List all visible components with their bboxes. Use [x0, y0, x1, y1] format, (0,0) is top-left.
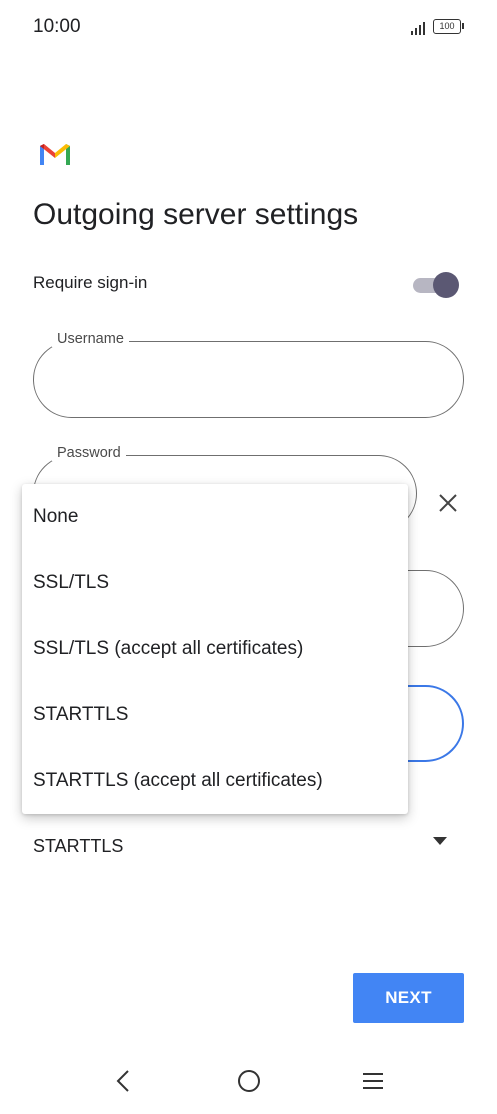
page-title: Outgoing server settings [33, 198, 359, 231]
status-time: 10:00 [33, 16, 81, 37]
security-type-value[interactable]: STARTTLS [33, 836, 123, 857]
gmail-logo [40, 144, 70, 165]
username-field[interactable]: Username [33, 331, 464, 418]
next-button[interactable]: NEXT [353, 973, 464, 1023]
battery-level: 100 [439, 21, 455, 31]
menu-icon[interactable] [361, 1071, 385, 1091]
security-type-menu: None SSL/TLS SSL/TLS (accept all certifi… [22, 484, 408, 814]
username-label: Username [52, 331, 129, 347]
require-signin-label: Require sign-in [33, 273, 148, 292]
caret-down-icon[interactable] [433, 837, 447, 845]
toggle-knob [433, 272, 459, 298]
password-label: Password [52, 445, 126, 461]
menu-item-ssl-tls[interactable]: SSL/TLS [22, 550, 408, 616]
back-icon[interactable] [113, 1068, 133, 1094]
require-signin-toggle[interactable] [413, 272, 461, 298]
signal-icon [411, 22, 425, 35]
close-icon[interactable] [436, 491, 460, 515]
home-icon[interactable] [236, 1068, 262, 1094]
menu-item-none[interactable]: None [22, 484, 408, 550]
battery-icon: 100 [433, 19, 464, 34]
menu-item-starttls[interactable]: STARTTLS [22, 682, 408, 748]
status-bar: 10:00 100 [0, 0, 497, 56]
menu-item-ssl-tls-accept-all[interactable]: SSL/TLS (accept all certificates) [22, 616, 408, 682]
menu-item-starttls-accept-all[interactable]: STARTTLS (accept all certificates) [22, 748, 408, 814]
